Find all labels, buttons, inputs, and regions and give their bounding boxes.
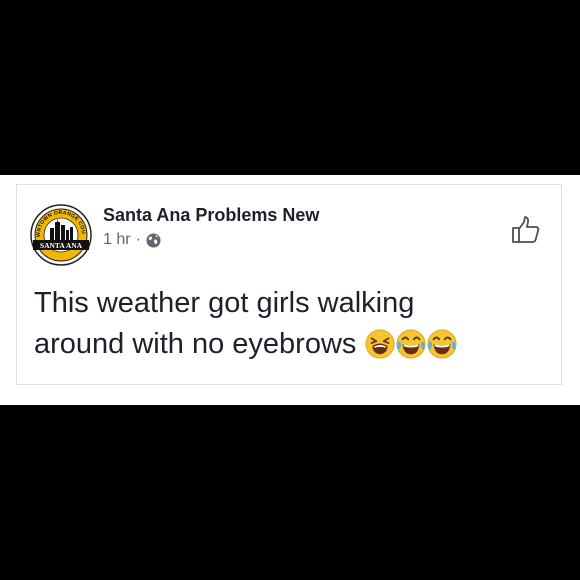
post-text-line-2: around with no eyebrows [34, 328, 357, 360]
page-avatar-logo[interactable]: DOWNTOWN ORANGE COUNTY SANTA ANA [30, 204, 92, 266]
thumbs-up-icon[interactable] [510, 214, 542, 246]
page-name-link[interactable]: Santa Ana Problems New [103, 205, 319, 226]
facebook-post-card: DOWNTOWN ORANGE COUNTY SANTA ANA Santa A… [16, 184, 562, 385]
tears-of-joy-emoji-icon [396, 329, 427, 359]
globe-icon[interactable] [146, 232, 161, 248]
post-text: This weather got girls walking around wi… [34, 283, 534, 365]
post-text-line-1: This weather got girls walking [34, 287, 415, 319]
post-meta: 1 hr · [103, 231, 161, 249]
tired-face-emoji-icon [365, 329, 396, 359]
meta-separator: · [135, 231, 141, 248]
tears-of-joy-emoji-icon [427, 329, 458, 359]
post-band: DOWNTOWN ORANGE COUNTY SANTA ANA Santa A… [0, 175, 580, 405]
avatar-banner-text: SANTA ANA [40, 241, 83, 250]
post-timestamp[interactable]: 1 hr [103, 231, 131, 249]
